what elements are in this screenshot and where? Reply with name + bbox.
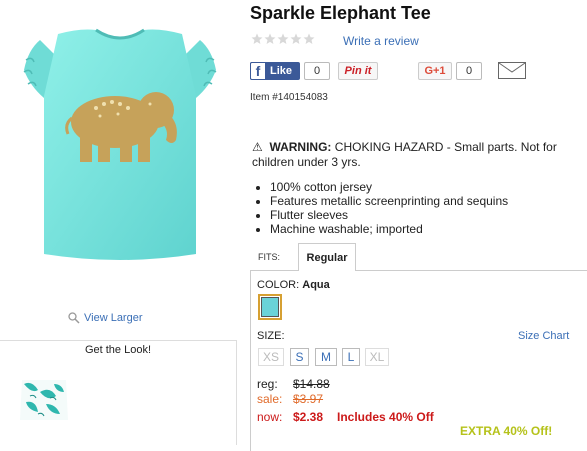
warning-triangle-icon: ⚠ — [252, 140, 263, 154]
facebook-like-count: 0 — [304, 62, 330, 80]
product-image[interactable] — [0, 0, 240, 300]
google-plus-button[interactable]: G+1 — [418, 62, 452, 80]
feature-item: Features metallic screenprinting and seq… — [270, 194, 508, 208]
size-label: SIZE: — [257, 330, 285, 342]
sale-price-label: sale: — [257, 392, 283, 406]
star-empty-icon — [251, 33, 263, 44]
facebook-like-label: Like — [270, 65, 293, 77]
extra-off-promo: EXTRA 40% Off! — [460, 424, 553, 438]
feature-item: Machine washable; imported — [270, 222, 508, 236]
facebook-like-button[interactable]: f Like — [250, 62, 300, 80]
feature-list: 100% cotton jersey Features metallic scr… — [250, 180, 508, 236]
product-title: Sparkle Elephant Tee — [250, 3, 431, 23]
regular-price: $14.88 — [293, 377, 330, 391]
star-empty-icon — [264, 33, 276, 44]
size-xl-button[interactable]: XL — [365, 348, 389, 366]
warning-label: WARNING: — [269, 140, 332, 154]
google-plus-count: 0 — [456, 62, 482, 80]
star-empty-icon — [277, 33, 289, 44]
sale-price: $3.97 — [293, 392, 324, 406]
facebook-icon: f — [250, 62, 266, 80]
email-share-icon[interactable] — [498, 62, 526, 79]
star-empty-icon — [303, 33, 315, 44]
feature-item: 100% cotton jersey — [270, 180, 508, 194]
discount-note: Includes 40% Off — [337, 410, 434, 424]
color-label-text: COLOR: — [257, 279, 300, 291]
rating-stars — [251, 33, 315, 45]
regular-price-label: reg: — [257, 377, 278, 391]
size-xs-button[interactable]: XS — [258, 348, 284, 366]
now-price-label: now: — [257, 410, 283, 424]
star-empty-icon — [290, 33, 302, 44]
magnifier-icon — [68, 312, 80, 324]
get-the-look-title: Get the Look! — [84, 344, 152, 356]
size-m-button[interactable]: M — [315, 348, 337, 366]
item-number: Item #140154083 — [250, 92, 328, 103]
write-review-link[interactable]: Write a review — [343, 34, 419, 48]
size-s-button[interactable]: S — [290, 348, 309, 366]
view-larger-link[interactable]: View Larger — [68, 312, 143, 324]
size-l-button[interactable]: L — [342, 348, 360, 366]
now-price: $2.38 — [293, 410, 324, 424]
choking-warning: ⚠ WARNING: CHOKING HAZARD - Small parts.… — [252, 140, 582, 170]
feature-item: Flutter sleeves — [270, 208, 508, 222]
get-the-look-product-thumbnail[interactable] — [16, 372, 72, 426]
color-label: COLOR: Aqua — [257, 279, 330, 291]
tab-regular[interactable]: Regular — [298, 243, 356, 271]
color-value: Aqua — [302, 279, 330, 291]
size-chart-link[interactable]: Size Chart — [518, 330, 569, 342]
color-swatch-fill — [261, 297, 279, 317]
view-larger-label: View Larger — [84, 312, 143, 324]
fits-label: FITS: — [258, 252, 280, 262]
pinterest-pin-button[interactable]: Pin it — [338, 62, 378, 80]
